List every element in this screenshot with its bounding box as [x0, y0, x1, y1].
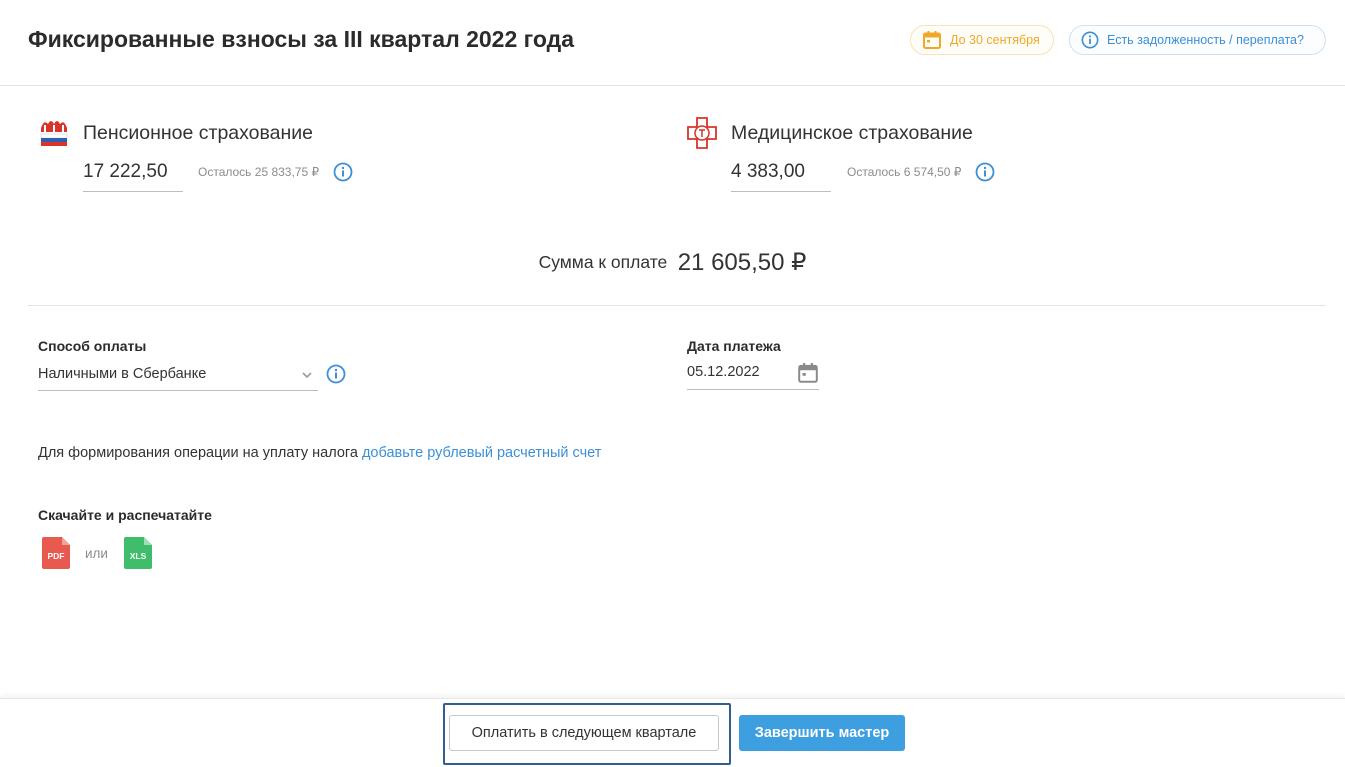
- total-amount-row: Сумма к оплате 21 605,50 ₽: [0, 248, 1345, 277]
- payment-date-value: 05.12.2022: [687, 364, 760, 380]
- account-note-text: Для формирования операции на уплату нало…: [38, 445, 362, 461]
- pension-insurance-block: Пенсионное страхование 17 222,50 Осталос…: [38, 112, 458, 202]
- medical-insurance-title: Медицинское страхование: [731, 122, 973, 144]
- account-note: Для формирования операции на уплату нало…: [38, 445, 601, 461]
- page-title: Фиксированные взносы за III квартал 2022…: [28, 26, 575, 52]
- pension-amount-input[interactable]: 17 222,50: [83, 158, 183, 192]
- pay-next-quarter-button[interactable]: Оплатить в следующем квартале: [449, 715, 719, 751]
- debt-overpayment-label: Есть задолженность / переплата?: [1107, 33, 1304, 47]
- pension-insurance-title: Пенсионное страхование: [83, 122, 314, 144]
- or-separator: или: [85, 546, 108, 561]
- deadline-badge-label: До 30 сентября: [950, 33, 1040, 47]
- payment-method-info-icon[interactable]: [326, 364, 346, 384]
- pension-fund-logo-icon: [40, 121, 68, 146]
- calendar-icon: [923, 31, 941, 49]
- medical-remaining: Осталось 6 574,50 ₽: [847, 165, 962, 179]
- deadline-badge[interactable]: До 30 сентября: [910, 25, 1054, 55]
- medical-insurance-block: Медицинское страхование 4 383,00 Осталос…: [686, 112, 1106, 202]
- page-header: Фиксированные взносы за III квартал 2022…: [0, 0, 1345, 86]
- section-divider: [28, 305, 1326, 306]
- xls-label: XLS: [130, 551, 147, 561]
- medical-info-icon[interactable]: [975, 162, 995, 182]
- download-label: Скачайте и распечатайте: [38, 507, 212, 523]
- chevron-down-icon: [302, 372, 312, 379]
- debt-overpayment-link[interactable]: Есть задолженность / переплата?: [1069, 25, 1326, 55]
- medical-insurance-logo-icon: [687, 117, 717, 149]
- total-value: 21 605,50 ₽: [677, 249, 807, 276]
- calendar-icon[interactable]: [797, 362, 819, 384]
- add-ruble-account-link[interactable]: добавьте рублевый расчетный счет: [362, 445, 601, 461]
- payment-method-select[interactable]: Наличными в Сбербанке: [38, 361, 318, 391]
- payment-method-value: Наличными в Сбербанке: [38, 366, 207, 382]
- pdf-file-icon[interactable]: PDF: [42, 537, 70, 569]
- finish-wizard-button[interactable]: Завершить мастер: [739, 715, 905, 751]
- payment-date-label: Дата платежа: [687, 338, 781, 354]
- payment-date-input[interactable]: 05.12.2022: [687, 359, 819, 390]
- payment-method-label: Способ оплаты: [38, 338, 147, 354]
- pension-remaining: Осталось 25 833,75 ₽: [198, 165, 320, 179]
- pdf-label: PDF: [48, 551, 65, 561]
- footer-bar: Оплатить в следующем квартале Завершить …: [0, 698, 1345, 767]
- xls-file-icon[interactable]: XLS: [124, 537, 152, 569]
- total-label: Сумма к оплате: [538, 252, 668, 272]
- pension-info-icon[interactable]: [333, 162, 353, 182]
- info-icon: [1081, 31, 1099, 49]
- medical-amount-input[interactable]: 4 383,00: [731, 158, 831, 192]
